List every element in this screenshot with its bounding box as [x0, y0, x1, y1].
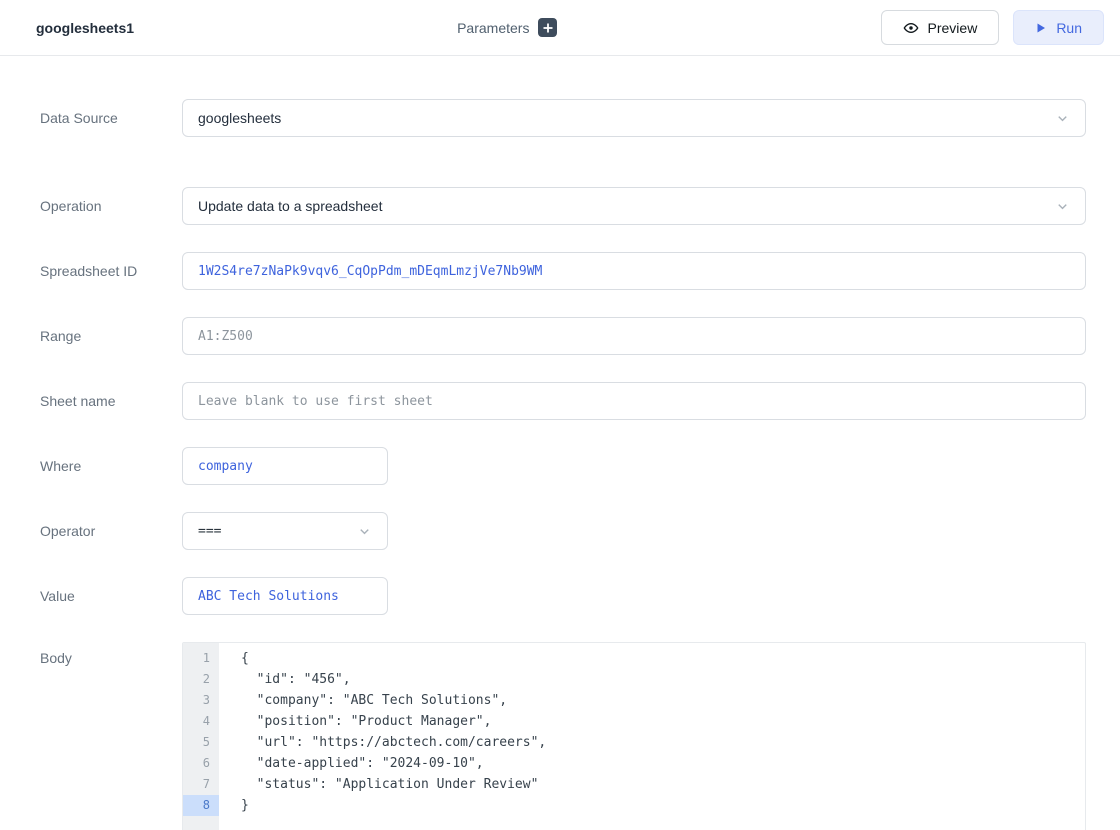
- code-lines[interactable]: { "id": "456", "company": "ABC Tech Solu…: [219, 643, 1085, 830]
- spreadsheet-id-value: 1W2S4re7zNaPk9vqv6_CqOpPdm_mDEqmLmzjVe7N…: [198, 264, 542, 279]
- line-number: 2: [183, 669, 219, 690]
- play-icon: [1035, 22, 1047, 34]
- sheet-name-placeholder: Leave blank to use first sheet: [198, 394, 433, 409]
- topbar-actions: Preview Run: [881, 10, 1104, 45]
- code-line[interactable]: {: [241, 648, 1085, 669]
- where-input[interactable]: company: [182, 447, 388, 485]
- data-source-value: googlesheets: [198, 110, 281, 126]
- field-row-sheet-name: Sheet name Leave blank to use first shee…: [40, 382, 1086, 420]
- run-button-label: Run: [1056, 20, 1082, 36]
- value-input[interactable]: ABC Tech Solutions: [182, 577, 388, 615]
- topbar: googlesheets1 Parameters Preview Run: [0, 0, 1120, 56]
- code-line[interactable]: "id": "456",: [241, 669, 1085, 690]
- sheet-name-input[interactable]: Leave blank to use first sheet: [182, 382, 1086, 420]
- field-row-data-source: Data Source googlesheets: [40, 99, 1086, 137]
- field-row-spreadsheet-id: Spreadsheet ID 1W2S4re7zNaPk9vqv6_CqOpPd…: [40, 252, 1086, 290]
- operator-label: Operator: [40, 523, 182, 539]
- code-line[interactable]: }: [241, 795, 1085, 816]
- range-input[interactable]: A1:Z500: [182, 317, 1086, 355]
- operation-value: Update data to a spreadsheet: [198, 198, 382, 214]
- add-parameter-button[interactable]: [538, 18, 557, 37]
- chevron-down-icon: [1055, 199, 1070, 214]
- line-number: 8: [183, 795, 219, 816]
- sheet-name-label: Sheet name: [40, 393, 182, 409]
- line-number: 5: [183, 732, 219, 753]
- field-row-where: Where company: [40, 447, 1086, 485]
- plus-icon: [543, 23, 553, 33]
- preview-button-label: Preview: [928, 20, 978, 36]
- parameters-label: Parameters: [457, 20, 529, 36]
- line-number: 4: [183, 711, 219, 732]
- body-label: Body: [40, 642, 182, 666]
- chevron-down-icon: [1055, 111, 1070, 126]
- line-number: 1: [183, 648, 219, 669]
- spreadsheet-id-input[interactable]: 1W2S4re7zNaPk9vqv6_CqOpPdm_mDEqmLmzjVe7N…: [182, 252, 1086, 290]
- parameters-section: Parameters: [134, 18, 880, 37]
- parameters-form: Data Source googlesheets Operation Updat…: [0, 56, 1120, 830]
- operator-select[interactable]: ===: [182, 512, 388, 550]
- field-row-operation: Operation Update data to a spreadsheet: [40, 187, 1086, 225]
- field-row-body: Body 12345678 { "id": "456", "company": …: [40, 642, 1086, 830]
- where-value: company: [198, 459, 253, 474]
- code-gutter: 12345678: [183, 643, 219, 830]
- run-button[interactable]: Run: [1013, 10, 1104, 45]
- page-title: googlesheets1: [36, 20, 134, 36]
- data-source-select[interactable]: googlesheets: [182, 99, 1086, 137]
- body-code-editor[interactable]: 12345678 { "id": "456", "company": "ABC …: [182, 642, 1086, 830]
- code-line[interactable]: "position": "Product Manager",: [241, 711, 1085, 732]
- field-row-range: Range A1:Z500: [40, 317, 1086, 355]
- operation-label: Operation: [40, 198, 182, 214]
- chevron-down-icon: [357, 524, 372, 539]
- code-line[interactable]: "url": "https://abctech.com/careers",: [241, 732, 1085, 753]
- where-label: Where: [40, 458, 182, 474]
- line-number: 6: [183, 753, 219, 774]
- line-number: 3: [183, 690, 219, 711]
- spreadsheet-id-label: Spreadsheet ID: [40, 263, 182, 279]
- range-value: A1:Z500: [198, 329, 253, 344]
- value-label: Value: [40, 588, 182, 604]
- code-line[interactable]: "company": "ABC Tech Solutions",: [241, 690, 1085, 711]
- preview-button[interactable]: Preview: [881, 10, 1000, 45]
- eye-icon: [903, 20, 919, 36]
- value-value: ABC Tech Solutions: [198, 589, 339, 604]
- code-line[interactable]: "status": "Application Under Review": [241, 774, 1085, 795]
- field-row-value: Value ABC Tech Solutions: [40, 577, 1086, 615]
- code-line[interactable]: "date-applied": "2024-09-10",: [241, 753, 1085, 774]
- operation-select[interactable]: Update data to a spreadsheet: [182, 187, 1086, 225]
- field-row-operator: Operator ===: [40, 512, 1086, 550]
- data-source-label: Data Source: [40, 110, 182, 126]
- range-label: Range: [40, 328, 182, 344]
- line-number: 7: [183, 774, 219, 795]
- operator-value: ===: [198, 524, 221, 539]
